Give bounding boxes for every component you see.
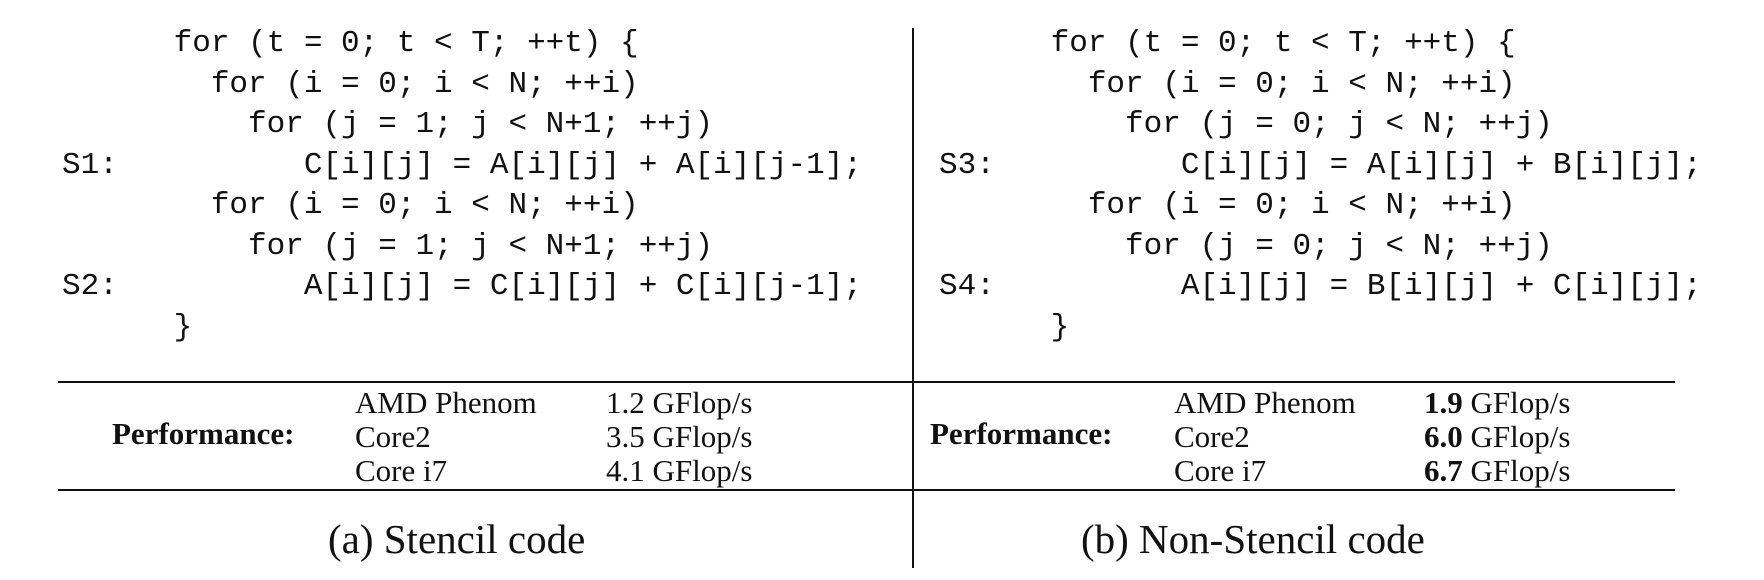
code-line: for (j = 1; j < N+1; ++j): [62, 107, 714, 142]
code-line: S4: A[i][j] = B[i][j] + C[i][j];: [939, 269, 1702, 304]
panel-non-stencil-code: for (t = 0; t < T; ++t) { for (i = 0; i …: [913, 0, 1764, 580]
code-listing: for (t = 0; t < T; ++t) { for (i = 0; i …: [939, 24, 1702, 348]
performance-label: Performance:: [930, 416, 1113, 451]
machine-name: AMD Phenom: [1174, 385, 1356, 420]
gflops-unit: GFlop/s: [1462, 419, 1571, 454]
subfigure-caption: (a) Stencil code: [328, 516, 586, 562]
subfigure-caption: (b) Non-Stencil code: [1081, 516, 1425, 562]
gflops-number: 1.2: [606, 385, 645, 420]
gflops-unit: GFlop/s: [644, 453, 753, 488]
gflops-number: 4.1: [606, 453, 645, 488]
table-top-rule: [58, 381, 912, 383]
code-line: for (t = 0; t < T; ++t) {: [939, 26, 1516, 61]
machine-name: Core2: [1174, 419, 1250, 454]
gflops-unit: GFlop/s: [1462, 385, 1571, 420]
gflops-unit: GFlop/s: [644, 385, 753, 420]
code-listing: for (t = 0; t < T; ++t) { for (i = 0; i …: [62, 24, 862, 348]
machine-name: AMD Phenom: [355, 385, 537, 420]
table-bottom-rule: [913, 489, 1675, 491]
performance-value: 4.1 GFlop/s: [606, 454, 752, 488]
code-line: }: [62, 309, 193, 345]
code-line: for (t = 0; t < T; ++t) {: [62, 26, 639, 61]
code-line: }: [939, 309, 1070, 345]
code-line: S3: C[i][j] = A[i][j] + B[i][j];: [939, 147, 1702, 183]
performance-value: 1.9 GFlop/s: [1424, 386, 1570, 420]
code-line: for (i = 0; i < N; ++i): [62, 188, 639, 223]
table-bottom-rule: [58, 489, 912, 491]
gflops-number: 3.5: [606, 419, 645, 454]
performance-value: 6.7 GFlop/s: [1424, 454, 1570, 488]
performance-label: Performance:: [112, 416, 295, 451]
machine-name: Core i7: [1174, 453, 1267, 488]
code-line: for (i = 0; i < N; ++i): [939, 66, 1516, 102]
code-line: for (j = 0; j < N; ++j): [939, 228, 1553, 264]
gflops-unit: GFlop/s: [644, 419, 753, 454]
gflops-number: 6.0: [1424, 419, 1463, 454]
machine-name: Core i7: [355, 453, 448, 488]
code-line: for (i = 0; i < N; ++i): [939, 188, 1516, 223]
performance-value: 1.2 GFlop/s: [606, 386, 752, 420]
table-top-rule: [913, 381, 1675, 383]
gflops-number: 6.7: [1424, 453, 1463, 488]
code-line: S2: A[i][j] = C[i][j] + C[i][j-1];: [62, 269, 862, 304]
code-line: for (i = 0; i < N; ++i): [62, 66, 639, 102]
gflops-number: 1.9: [1424, 385, 1463, 420]
panel-stencil-code: for (t = 0; t < T; ++t) { for (i = 0; i …: [0, 0, 912, 580]
gflops-unit: GFlop/s: [1462, 453, 1571, 488]
performance-value: 6.0 GFlop/s: [1424, 420, 1570, 454]
performance-value: 3.5 GFlop/s: [606, 420, 752, 454]
machine-name: Core2: [355, 419, 431, 454]
code-line: S1: C[i][j] = A[i][j] + A[i][j-1];: [62, 147, 862, 183]
code-line: for (j = 0; j < N; ++j): [939, 107, 1553, 142]
code-line: for (j = 1; j < N+1; ++j): [62, 228, 714, 264]
